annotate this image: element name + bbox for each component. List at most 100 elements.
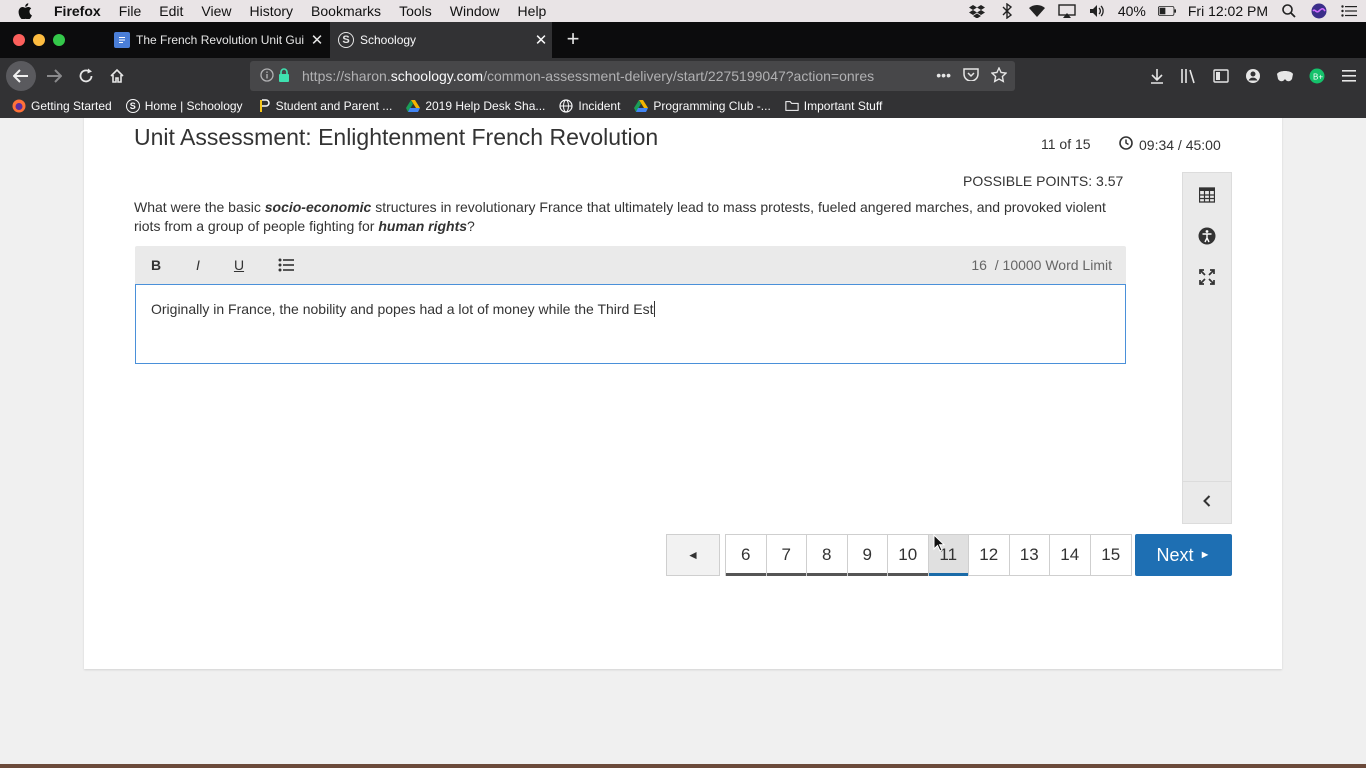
menu-app-firefox[interactable]: Firefox [54, 3, 110, 19]
window-zoom-button[interactable] [53, 34, 65, 46]
mouse-pointer-icon [933, 533, 946, 557]
bookmark-incident[interactable]: Incident [559, 99, 620, 113]
back-button[interactable] [6, 61, 36, 91]
menu-tools[interactable]: Tools [390, 3, 441, 19]
menu-bookmarks[interactable]: Bookmarks [302, 3, 390, 19]
schoology-icon: S [338, 32, 354, 48]
page-button-13[interactable]: 13 [1010, 535, 1050, 575]
collapse-sidebar-button[interactable] [1183, 481, 1231, 523]
menu-window[interactable]: Window [441, 3, 509, 19]
page-button-10[interactable]: 10 [888, 535, 929, 576]
tab-strip: The French Revolution Unit Gui ✕ S Schoo… [0, 22, 1366, 58]
bookmark-star-icon[interactable] [990, 65, 1008, 86]
pocket-icon[interactable] [963, 67, 979, 86]
italic-button[interactable]: I [187, 255, 209, 275]
window-close-button[interactable] [13, 34, 25, 46]
clock[interactable]: Fri 12:02 PM [1188, 3, 1268, 19]
spotlight-search-icon[interactable] [1280, 3, 1298, 19]
underline-button[interactable]: U [228, 255, 250, 275]
tab-close-icon[interactable]: ✕ [530, 31, 552, 49]
page-viewport: Unit Assessment: Enlightenment French Re… [0, 118, 1366, 764]
bookmark-student-and-parent[interactable]: Student and Parent ... [257, 99, 392, 113]
previous-question-button[interactable]: ◄ [666, 534, 720, 576]
svg-text:B+: B+ [1313, 73, 1323, 82]
bookmark-important-stuff[interactable]: Important Stuff [785, 99, 882, 113]
possible-points: POSSIBLE POINTS: 3.57 [963, 173, 1124, 189]
battery-icon[interactable] [1157, 3, 1176, 19]
timer-text: 09:34 / 45:00 [1139, 136, 1221, 153]
reload-button[interactable] [72, 62, 100, 90]
page-title: Unit Assessment: Enlightenment French Re… [134, 124, 659, 150]
answer-text-editor[interactable]: Originally in France, the nobility and p… [135, 284, 1126, 364]
page-actions-icon[interactable]: ••• [936, 67, 951, 86]
bluetooth-icon[interactable] [998, 3, 1016, 19]
bookmark-getting-started[interactable]: Getting Started [12, 99, 112, 113]
secure-lock-icon[interactable] [278, 67, 292, 85]
next-label: Next [1156, 544, 1194, 565]
tab-close-icon[interactable]: ✕ [306, 31, 328, 49]
globe-icon [559, 99, 573, 113]
folder-icon [785, 99, 799, 113]
tab-french-revolution-guide[interactable]: The French Revolution Unit Gui ✕ [106, 22, 328, 58]
battery-percent: 40% [1117, 3, 1146, 19]
macos-menu-bar: Firefox File Edit View History Bookmarks… [0, 0, 1366, 22]
airplay-icon[interactable] [1058, 3, 1076, 19]
menu-edit[interactable]: Edit [150, 3, 192, 19]
bulleted-list-icon[interactable] [275, 255, 297, 275]
tab-title: The French Revolution Unit Gui [136, 33, 305, 47]
grammarly-extension-icon[interactable]: B+ [1308, 67, 1326, 85]
question-pager: 6 7 8 9 10 11 12 13 14 15 [725, 534, 1132, 576]
hamburger-menu-icon[interactable] [1340, 67, 1358, 85]
sidebar-toggle-icon[interactable] [1212, 67, 1230, 85]
forward-button[interactable] [40, 62, 68, 90]
notification-center-icon[interactable] [1340, 3, 1358, 19]
siri-icon[interactable] [1310, 3, 1328, 19]
schoology-icon: S [125, 99, 140, 113]
word-count: 16 / 10000 Word Limit [971, 257, 1112, 273]
accessibility-icon[interactable] [1197, 226, 1217, 246]
home-button[interactable] [103, 62, 131, 90]
menu-history[interactable]: History [240, 3, 302, 19]
bookmark-home-schoology[interactable]: S Home | Schoology [125, 99, 243, 113]
tools-sidebar [1182, 172, 1232, 524]
downloads-icon[interactable] [1148, 67, 1166, 85]
menu-file[interactable]: File [110, 3, 151, 19]
google-drive-icon [406, 99, 421, 113]
site-info-icon[interactable] [260, 67, 274, 85]
pencil-icon [257, 99, 271, 113]
next-question-button[interactable]: Next ► [1135, 534, 1232, 576]
url-text[interactable]: https://sharon.schoology.com/common-asse… [302, 68, 936, 84]
new-tab-button[interactable]: + [562, 28, 584, 50]
fullscreen-icon[interactable] [1197, 267, 1217, 287]
dropbox-icon[interactable] [968, 3, 986, 19]
desktop-background-strip [0, 764, 1366, 768]
page-button-15[interactable]: 15 [1091, 535, 1132, 575]
apple-icon[interactable] [18, 3, 38, 19]
page-button-12[interactable]: 12 [969, 535, 1010, 575]
calculator-icon[interactable] [1197, 185, 1217, 205]
page-button-7[interactable]: 7 [766, 535, 807, 576]
bold-button[interactable]: B [145, 255, 167, 275]
wifi-icon[interactable] [1028, 3, 1046, 19]
page-button-6[interactable]: 6 [726, 535, 767, 576]
page-button-14[interactable]: 14 [1050, 535, 1091, 575]
page-button-8[interactable]: 8 [807, 535, 848, 576]
tab-schoology[interactable]: S Schoology ✕ [330, 22, 552, 58]
bookmark-programming-club[interactable]: Programming Club -... [634, 99, 771, 113]
firefox-icon [12, 99, 26, 113]
page-button-9[interactable]: 9 [847, 535, 888, 576]
volume-icon[interactable] [1088, 3, 1106, 19]
chevron-left-icon [1203, 494, 1211, 512]
assessment-timer: 09:34 / 45:00 [1119, 136, 1221, 153]
menu-view[interactable]: View [192, 3, 240, 19]
library-icon[interactable] [1180, 67, 1198, 85]
address-bar[interactable]: https://sharon.schoology.com/common-asse… [250, 61, 1015, 91]
bookmark-help-desk[interactable]: 2019 Help Desk Sha... [406, 99, 545, 113]
question-progress: 11 of 15 [1041, 136, 1091, 152]
clock-icon [1119, 136, 1133, 153]
extension-mask-icon[interactable] [1276, 67, 1294, 85]
editor-toolbar: B I U 16 / 10000 Word Limit [135, 246, 1126, 284]
menu-help[interactable]: Help [509, 3, 556, 19]
account-icon[interactable] [1244, 67, 1262, 85]
window-minimize-button[interactable] [33, 34, 45, 46]
